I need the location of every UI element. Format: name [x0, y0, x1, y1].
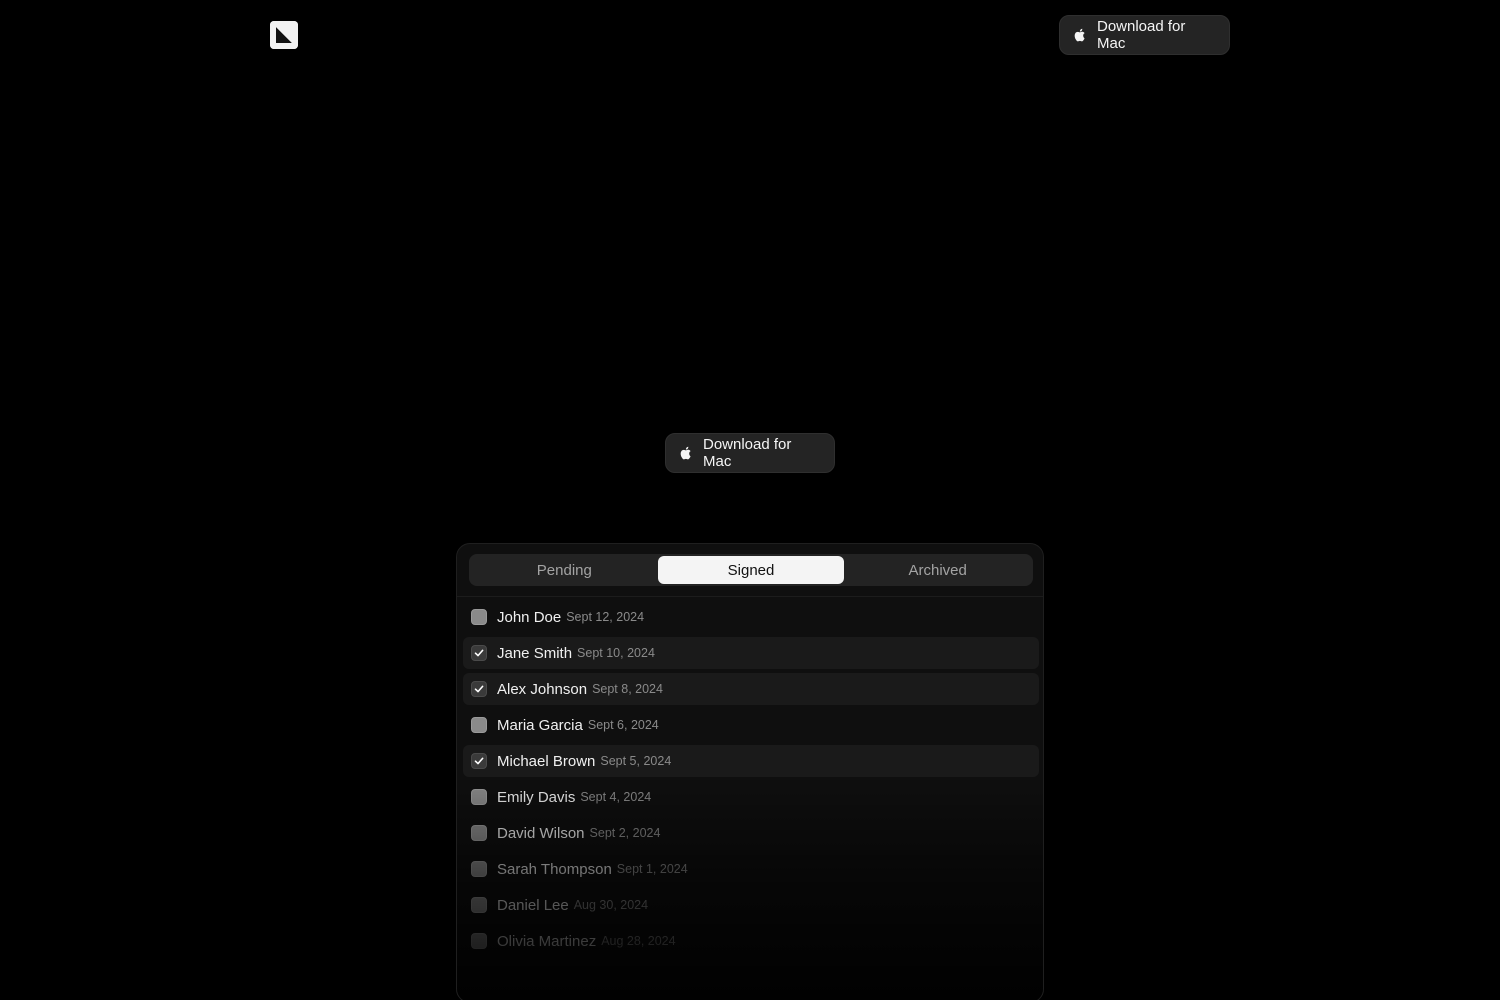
- checkmark-icon: [474, 757, 484, 765]
- signer-name: Michael Brown: [497, 752, 596, 770]
- signer-name: John Doe: [497, 608, 562, 626]
- signer-name: Emily Davis: [497, 788, 576, 806]
- status-tabs: Pending Signed Archived: [469, 554, 1033, 586]
- signed-date: Aug 28, 2024: [601, 934, 676, 948]
- apple-icon: [1072, 27, 1088, 43]
- signer-name: Maria Garcia: [497, 716, 583, 734]
- hero-download-button[interactable]: Download for Mac: [665, 433, 835, 473]
- apple-icon: [678, 445, 694, 461]
- signed-date: Sept 6, 2024: [587, 718, 659, 732]
- list-item[interactable]: Sarah Thompson Sept 1, 2024: [463, 853, 1039, 885]
- signed-date: Sept 8, 2024: [592, 682, 663, 696]
- divider: [457, 596, 1043, 597]
- header-download-label: Download for Mac: [1097, 18, 1186, 52]
- signed-date: Aug 30, 2024: [573, 898, 649, 912]
- checkmark-icon: [474, 649, 484, 657]
- signed-date: Sept 12, 2024: [566, 610, 645, 624]
- signed-date: Sept 5, 2024: [600, 754, 672, 768]
- app-logo-icon[interactable]: [270, 21, 298, 49]
- signer-name: Sarah Thompson: [497, 860, 612, 878]
- tab-pending[interactable]: Pending: [471, 556, 658, 584]
- row-checkbox[interactable]: [471, 609, 487, 625]
- checkmark-icon: [474, 685, 484, 693]
- signed-date: Sept 2, 2024: [589, 826, 661, 840]
- list-item[interactable]: Michael Brown Sept 5, 2024: [463, 745, 1039, 777]
- signer-name: David Wilson: [497, 824, 585, 842]
- row-checkbox[interactable]: [471, 681, 487, 697]
- tab-signed[interactable]: Signed: [657, 556, 845, 584]
- page: Download for Mac Download for Mac Pendin…: [0, 0, 1500, 1000]
- list-item[interactable]: Jane Smith Sept 10, 2024: [463, 637, 1039, 669]
- row-checkbox[interactable]: [471, 753, 487, 769]
- signed-date: Sept 1, 2024: [616, 862, 688, 876]
- documents-panel: Pending Signed Archived John Doe Sept 12…: [456, 543, 1044, 1000]
- row-checkbox[interactable]: [471, 825, 487, 841]
- row-checkbox[interactable]: [471, 933, 487, 949]
- row-checkbox[interactable]: [471, 645, 487, 661]
- hero-download-label: Download for Mac: [703, 436, 792, 470]
- list-item[interactable]: Maria Garcia Sept 6, 2024: [463, 709, 1039, 741]
- signer-name: Daniel Lee: [497, 896, 569, 914]
- header-download-button[interactable]: Download for Mac: [1059, 15, 1230, 55]
- list-item[interactable]: Daniel Lee Aug 30, 2024: [463, 889, 1039, 921]
- list-item[interactable]: Olivia Martinez Aug 28, 2024: [463, 925, 1039, 957]
- row-checkbox[interactable]: [471, 717, 487, 733]
- list-item[interactable]: Alex Johnson Sept 8, 2024: [463, 673, 1039, 705]
- signer-name: Alex Johnson: [497, 680, 588, 698]
- row-checkbox[interactable]: [471, 861, 487, 877]
- list-item[interactable]: Emily Davis Sept 4, 2024: [463, 781, 1039, 813]
- signed-date: Sept 4, 2024: [580, 790, 652, 804]
- document-list: John Doe Sept 12, 2024 Jane Smith Sept 1…: [463, 601, 1039, 961]
- signed-date: Sept 10, 2024: [577, 646, 655, 660]
- list-item[interactable]: John Doe Sept 12, 2024: [463, 601, 1039, 633]
- signer-name: Jane Smith: [497, 644, 573, 662]
- tab-archived[interactable]: Archived: [844, 556, 1031, 584]
- row-checkbox[interactable]: [471, 789, 487, 805]
- signer-name: Olivia Martinez: [497, 932, 597, 950]
- row-checkbox[interactable]: [471, 897, 487, 913]
- list-item[interactable]: David Wilson Sept 2, 2024: [463, 817, 1039, 849]
